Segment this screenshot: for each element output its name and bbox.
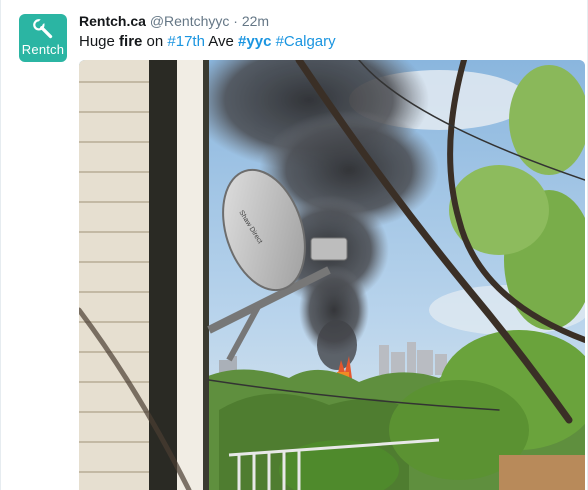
tweet-text: Huge fire on #17th Ave #yyc #Calgary [79, 32, 336, 52]
tweet-word: Ave [208, 33, 234, 50]
tweet-timestamp[interactable]: 22m [242, 13, 269, 29]
hashtag-yyc[interactable]: #yyc [238, 33, 271, 50]
tweet[interactable]: Rentch Rentch.ca @Rentchyyc · 22m Huge f… [0, 0, 588, 490]
hashtag-calgary[interactable]: #Calgary [276, 33, 336, 50]
account-name[interactable]: Rentch.ca [79, 13, 146, 29]
tweet-word: Huge [79, 33, 115, 50]
house-siding [79, 60, 209, 490]
avatar-logo-text: Rentch [21, 42, 65, 57]
tweet-header: Rentch.ca @Rentchyyc · 22m [79, 12, 269, 30]
hashtag-17th[interactable]: #17th [167, 33, 205, 50]
tweet-word-bold: fire [119, 33, 143, 50]
wrench-icon [33, 19, 53, 39]
tweet-photo[interactable]: Shaw Direct [79, 60, 585, 490]
tweet-word: on [146, 33, 164, 50]
account-handle[interactable]: @Rentchyyc [150, 13, 230, 29]
photo-scene: Shaw Direct [79, 60, 585, 490]
avatar[interactable]: Rentch [19, 14, 67, 62]
separator-dot: · [233, 13, 238, 29]
